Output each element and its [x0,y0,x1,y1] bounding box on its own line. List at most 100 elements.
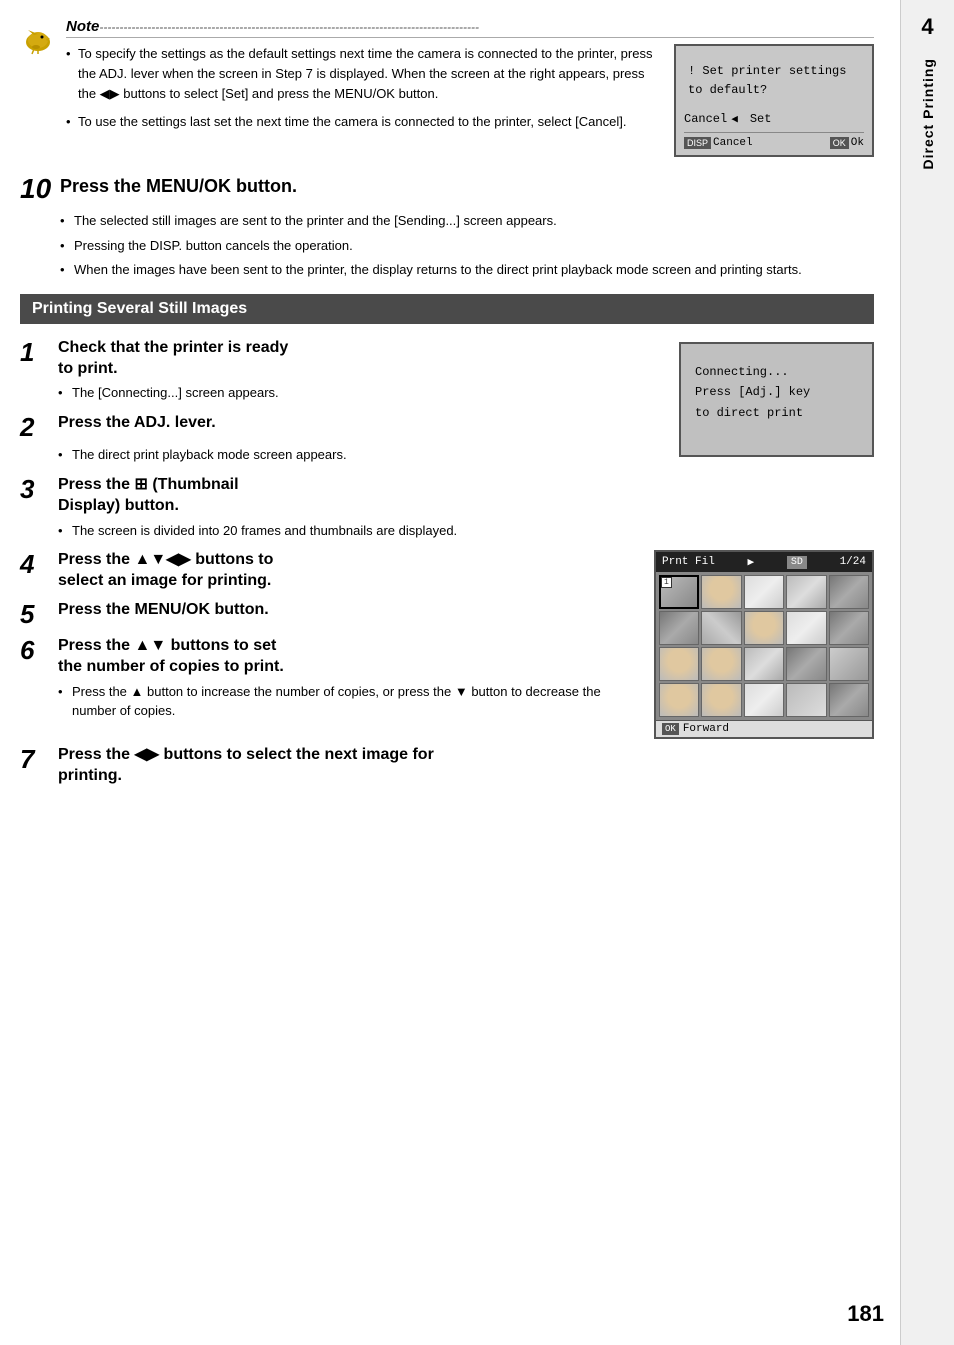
page-number: 181 [847,1301,884,1327]
steps-4-6-container: 4 Press the ▲▼◀▶ buttons toselect an ima… [20,550,874,739]
ok-action: Ok [851,137,864,149]
step-10-number: 10 [20,175,52,203]
step-2-number: 2 [20,413,50,442]
cancel-choice: Cancel ◀ Set [684,112,771,126]
step-4-number: 4 [20,550,50,579]
connecting-line1: Connecting... [695,362,810,382]
thumb-cell-13 [744,647,784,681]
thumb-cell-2 [701,575,741,609]
step-7-header: 7 Press the ◀▶ buttons to select the nex… [20,745,874,787]
step-6-sub: Press the ▲ button to increase the numbe… [58,682,638,721]
step-1-sub: The [Connecting...] screen appears. [58,383,663,403]
step-6-header: 6 Press the ▲▼ buttons to setthe number … [20,636,638,678]
thumb-cell-7 [701,611,741,645]
thumb-cell-17 [701,683,741,717]
step-4-title: Press the ▲▼◀▶ buttons toselect an image… [58,550,273,592]
thumb-grid: 1 [656,572,872,720]
step-4-header: 4 Press the ▲▼◀▶ buttons toselect an ima… [20,550,638,592]
step-10-header: 10 Press the MENU/OK button. [20,175,874,203]
step-1-title: Check that the printer is readyto print. [58,338,288,380]
ok-btn: OK Ok [830,137,864,149]
step-5-number: 5 [20,600,50,629]
step-3-number: 3 [20,475,50,504]
cancel-label: Cancel [684,112,727,126]
step-10-bullet-3: When the images have been sent to the pr… [60,260,874,280]
note-icon [20,20,56,56]
note-lcd-line2: to default? [688,81,860,100]
thumb-cell-11 [659,647,699,681]
step-2-title: Press the ADJ. lever. [58,413,216,434]
thumb-cell-19 [786,683,826,717]
thumb-header-count: 1/24 [840,556,866,568]
step-10-title: Press the MENU/OK button. [60,175,297,198]
step-2-bullet-1: The direct print playback mode screen ap… [58,445,663,465]
thumb-cell-5 [829,575,869,609]
thumb-cell-4 [786,575,826,609]
thumb-cell-9 [786,611,826,645]
note-content: Note To specify the settings as the defa… [66,18,874,157]
step-5-title: Press the MENU/OK button. [58,600,269,621]
step-1-bullet-1: The [Connecting...] screen appears. [58,383,663,403]
thumb-cell-6 [659,611,699,645]
step-6-title: Press the ▲▼ buttons to setthe number of… [58,636,284,678]
section-header: Printing Several Still Images [20,294,874,324]
note-title: Note [66,18,874,38]
cancel-arrow: ◀ [731,112,738,126]
step-5-header: 5 Press the MENU/OK button. [20,600,638,629]
note-lcd-line1: ! Set printer settings [688,62,860,81]
steps-1-2-container: 1 Check that the printer is readyto prin… [20,338,874,475]
connecting-lcd: Connecting... Press [Adj.] key to direct… [679,342,874,457]
note-box: Note To specify the settings as the defa… [20,18,874,157]
step-6-bullet-1: Press the ▲ button to increase the numbe… [58,682,638,721]
connecting-line2: Press [Adj.] key [695,382,810,402]
steps-1-2-left: 1 Check that the printer is readyto prin… [20,338,663,475]
step-6-number: 6 [20,636,50,665]
steps-4-6-left: 4 Press the ▲▼◀▶ buttons toselect an ima… [20,550,638,731]
note-lcd-inner: ! Set printer settings to default? [684,56,864,106]
thumb-cell-1: 1 [659,575,699,609]
thumb-header-play: ▶ [748,555,755,569]
note-bullet-1: To specify the settings as the default s… [66,44,658,104]
thumb-header-left: Prnt Fil [662,556,715,568]
note-body: To specify the settings as the default s… [66,44,874,157]
thumb-cell-16 [659,683,699,717]
thumb-cell-14 [786,647,826,681]
main-content: Note To specify the settings as the defa… [0,0,894,809]
set-label: Set [750,112,772,126]
note-lcd-cancel-row: Cancel ◀ Set [684,112,864,126]
thumb-cell-12 [701,647,741,681]
step-7-title: Press the ◀▶ buttons to select the next … [58,745,434,787]
step-10-bullet-2: Pressing the DISP. button cancels the op… [60,236,874,256]
ok-label: OK [830,137,849,149]
step-2-sub: The direct print playback mode screen ap… [58,445,663,465]
thumb-cell-3 [744,575,784,609]
thumb-header: Prnt Fil ▶ SD 1/24 [656,552,872,572]
thumb-cell-10 [829,611,869,645]
thumbnail-lcd: Prnt Fil ▶ SD 1/24 1 [654,550,874,739]
step-2-header: 2 Press the ADJ. lever. [20,413,663,442]
thumb-cell-8 [744,611,784,645]
thumb-footer-ok: OK [662,723,679,735]
thumb-footer-label: Forward [683,723,729,735]
note-text: To specify the settings as the default s… [66,44,658,157]
step-3-sub: The screen is divided into 20 frames and… [58,521,874,541]
step-3-title: Press the ⊞ (ThumbnailDisplay) button. [58,475,239,517]
step-1-header: 1 Check that the printer is readyto prin… [20,338,663,380]
connecting-line3: to direct print [695,403,810,423]
note-lcd-screen: ! Set printer settings to default? Cance… [674,44,874,157]
thumb-cell-20 [829,683,869,717]
disp-label: DISP [684,137,711,149]
step-10-bullets: The selected still images are sent to th… [60,211,874,279]
thumb-cell-18 [744,683,784,717]
sidebar-tab-number: 4 [921,0,933,48]
step-3-header: 3 Press the ⊞ (ThumbnailDisplay) button. [20,475,874,517]
step-10-bullet-1: The selected still images are sent to th… [60,211,874,231]
thumb-header-sd: SD [787,556,807,569]
thumb-cell-15 [829,647,869,681]
sidebar-tab-text: Direct Printing [920,48,936,179]
right-sidebar: 4 Direct Printing [900,0,954,1345]
note-lcd-bottom: DISP Cancel OK Ok [684,132,864,149]
note-bullet-2: To use the settings last set the next ti… [66,112,658,132]
connecting-lcd-text: Connecting... Press [Adj.] key to direct… [695,362,810,423]
disp-btn: DISP Cancel [684,137,753,149]
